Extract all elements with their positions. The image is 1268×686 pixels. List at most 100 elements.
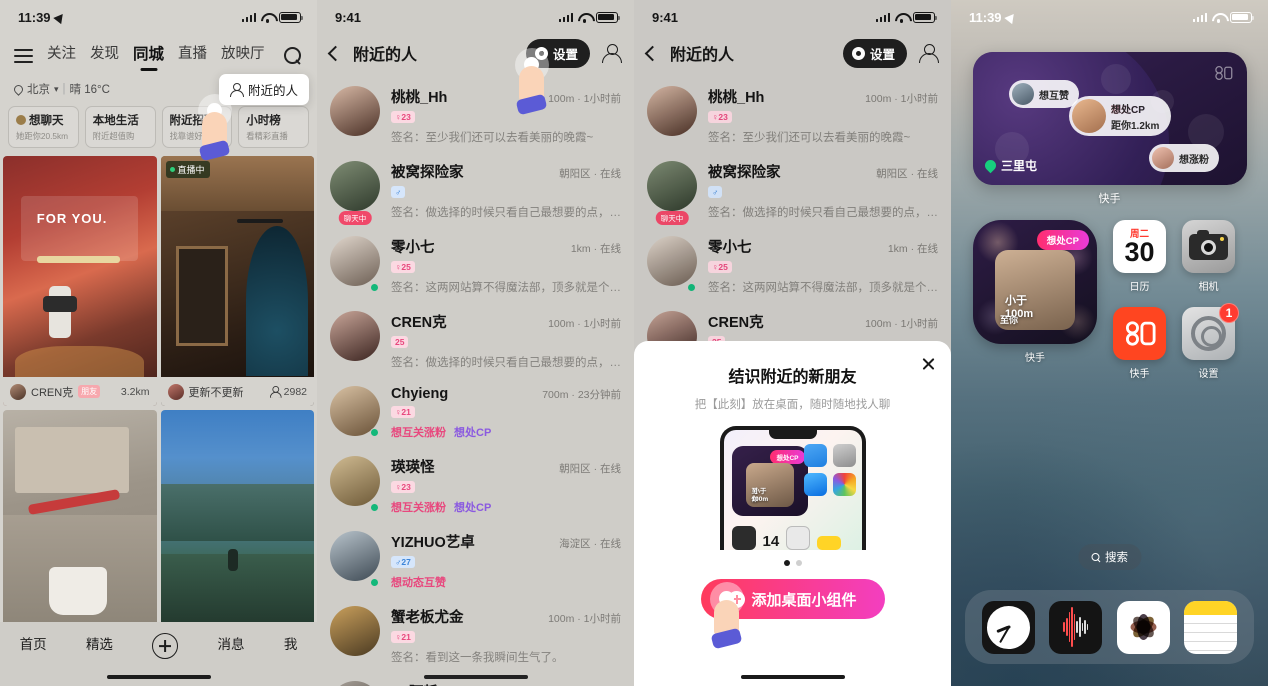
mock-dist-2: 小于100m — [751, 488, 769, 503]
location-city: 北京 — [27, 84, 50, 96]
tab-zhibo[interactable]: 直播 — [178, 42, 207, 70]
avatar-wrapper — [330, 311, 380, 370]
settings-label: 设置 — [552, 47, 578, 62]
dot[interactable] — [795, 560, 802, 566]
avatar[interactable] — [330, 236, 380, 286]
panel-nearby-people-list: 9:41 附近的人 设置 桃桃_Hh 100m · 1小时前 ♀23 签名：至少我们还… — [317, 0, 634, 686]
carousel-dots[interactable] — [650, 560, 935, 566]
chip-xiaoshibang[interactable]: 小时榜 看精彩直播 — [238, 106, 309, 148]
table-row[interactable]: 蟹老板尤金 100m · 1小时前 ♀21 签名：看到这一条我瞬间生气了。 — [317, 598, 634, 673]
avatar[interactable] — [330, 681, 380, 686]
search-pill[interactable]: 搜索 — [1078, 544, 1141, 570]
clock-icon[interactable] — [982, 600, 1036, 654]
table-row[interactable]: 桃桃_Hh 100m · 1小时前 ♀23 签名：至少我们还可以去看美丽的晚霞~ — [317, 78, 634, 153]
table-row[interactable]: 聊天中 被窝探险家 朝阳区 · 在线 ♂ 签名：做选择的时候只看自己最想要的点，不要… — [317, 153, 634, 228]
avatar[interactable] — [330, 456, 380, 506]
table-row[interactable]: CREN克 100m · 1小时前 25 签名：做选择的时候只看自己最想要的点，不要… — [317, 303, 634, 378]
gender-age-badge: ♀21 — [391, 631, 415, 643]
calendar-day: 30 — [1124, 236, 1155, 267]
avatar — [10, 383, 26, 400]
weather-text: 晴 16°C — [69, 84, 110, 96]
avatar-wrapper — [330, 86, 380, 145]
kuaishou-widget-icon: 想处CP 至你 小于100m — [973, 220, 1097, 344]
person-tag: 想处CP — [454, 427, 492, 439]
avatar[interactable] — [330, 86, 380, 136]
status-bar: 11:39 — [951, 0, 1268, 34]
dot-active[interactable] — [783, 560, 790, 566]
tooltip-label: 附近的人 — [247, 84, 298, 98]
feed-card[interactable] — [3, 410, 157, 628]
app-calendar[interactable]: 周二 30 日历 — [1113, 220, 1166, 293]
widget-bubble-xiangchucp: 想处CP 距你1.2km — [1069, 96, 1172, 136]
mock-badge: 想处CP — [770, 450, 805, 464]
row-body: CREN克 100m · 1小时前 25 签名：做选择的时候只看自己最想要的点，不要… — [391, 311, 621, 370]
status-bar: 9:41 — [634, 0, 951, 34]
chip-label: 本地生活 — [92, 115, 139, 127]
bubble-distance: 距你1.2km — [1111, 120, 1160, 132]
tab-home[interactable]: 首页 — [20, 633, 47, 653]
safari-icon — [803, 473, 827, 496]
table-row[interactable]: YIZHUO艺卓 海淀区 · 在线 ♂27 想动态互赞 — [317, 523, 634, 598]
plus-icon[interactable] — [152, 633, 179, 659]
person-name: YIZHUO艺卓 — [391, 535, 475, 551]
widget-app-label: 快手 — [1098, 193, 1121, 205]
video-thumbnail: FOR YOU. — [3, 156, 157, 406]
search-icon[interactable] — [284, 46, 303, 66]
wifi-icon — [261, 12, 274, 23]
avatar[interactable] — [330, 531, 380, 581]
avatar[interactable] — [330, 161, 380, 211]
chip-fujinzhaopin[interactable]: 附近招聘 找靠谱好工作 — [161, 106, 233, 148]
tab-featured[interactable]: 精选 — [86, 633, 113, 653]
table-row[interactable]: 零小七 1km · 在线 ♀25 签名：这两网站算不得魔法部，顶多就是个预言… — [317, 228, 634, 303]
kuaishou-nearby-widget[interactable]: 想互赞 想处CP 距你1.2km 想涨粉 三里屯 — [973, 52, 1247, 185]
table-row[interactable]: 瑛瑛怪 朝阳区 · 在线 ♀23 想互关涨粉想处CP — [317, 448, 634, 523]
tab-tongcheng[interactable]: 同城 — [133, 42, 164, 71]
feed-card[interactable]: FOR YOU. CREN克 朋友 3.2km — [3, 156, 157, 406]
app-settings[interactable]: 1 设置 — [1182, 303, 1239, 380]
widget-bubble-xianghuzan: 想互赞 — [1009, 80, 1079, 108]
person-name: Az阿哲 — [391, 681, 438, 686]
battery-icon — [279, 11, 303, 23]
person-icon[interactable] — [601, 43, 622, 63]
tab-guanzhu[interactable]: 关注 — [47, 42, 76, 70]
back-icon[interactable] — [327, 45, 344, 61]
table-row[interactable]: Chyieng 700m · 23分钟前 ♀21 想互关涨粉想处CP — [317, 378, 634, 448]
top-navigation: 关注 发现 同城 直播 放映厅 — [0, 34, 317, 72]
close-icon[interactable] — [921, 356, 936, 371]
search-label: 搜索 — [1105, 552, 1128, 564]
app-camera[interactable]: 相机 — [1182, 220, 1235, 293]
nearby-people-tooltip[interactable]: 附近的人 — [218, 74, 309, 105]
chip-sub: 找靠谱好工作 — [169, 131, 220, 141]
voice-memos-icon[interactable] — [1049, 600, 1103, 654]
avatar[interactable] — [330, 311, 380, 361]
avatar — [1072, 99, 1106, 133]
video-thumbnail — [160, 410, 314, 628]
bubble-label: 想涨粉 — [1179, 154, 1209, 166]
row-body: 零小七 1km · 在线 ♀25 签名：这两网站算不得魔法部，顶多就是个预言… — [391, 236, 621, 295]
app-kuaishou[interactable]: 快手 — [1113, 307, 1166, 380]
category-chips: 想聊天 她距你20.5km 本地生活 附近超值购 附近招聘 找靠谱好工作 小时榜… — [0, 97, 317, 156]
feed-card[interactable]: 直播中 更新不更新 2982 — [160, 156, 314, 406]
chip-bendishenghuo[interactable]: 本地生活 附近超值购 — [84, 106, 156, 148]
menu-icon[interactable] — [14, 48, 33, 64]
tab-fangyingting[interactable]: 放映厅 — [221, 42, 265, 70]
camera-icon — [832, 444, 856, 467]
person-icon — [230, 83, 245, 97]
app-kuaishou-large[interactable]: 想处CP 至你 小于100m 快手 — [973, 220, 1097, 380]
calendar-icon: 周二 30 — [1113, 220, 1166, 273]
chip-xiangliaotian[interactable]: 想聊天 她距你20.5km — [8, 106, 79, 148]
avatar[interactable] — [330, 606, 380, 656]
add-widget-button[interactable]: 添加桌面小组件 — [700, 579, 885, 619]
notes-icon[interactable] — [1183, 600, 1237, 654]
settings-button[interactable]: 设置 — [525, 38, 590, 68]
person-signature: 签名：做选择的时候只看自己最想要的点，不要… — [391, 207, 621, 219]
tab-messages[interactable]: 消息 — [218, 633, 245, 653]
tab-me[interactable]: 我 — [284, 633, 298, 653]
tab-faxian[interactable]: 发现 — [90, 42, 119, 70]
gender-age-badge: ♀21 — [391, 406, 415, 418]
feed-card[interactable] — [160, 410, 314, 628]
card-tag: 朋友 — [78, 385, 101, 398]
camera-icon — [1182, 220, 1235, 273]
card-footer: CREN克 朋友 3.2km — [3, 377, 157, 406]
photos-icon[interactable] — [1116, 600, 1170, 654]
